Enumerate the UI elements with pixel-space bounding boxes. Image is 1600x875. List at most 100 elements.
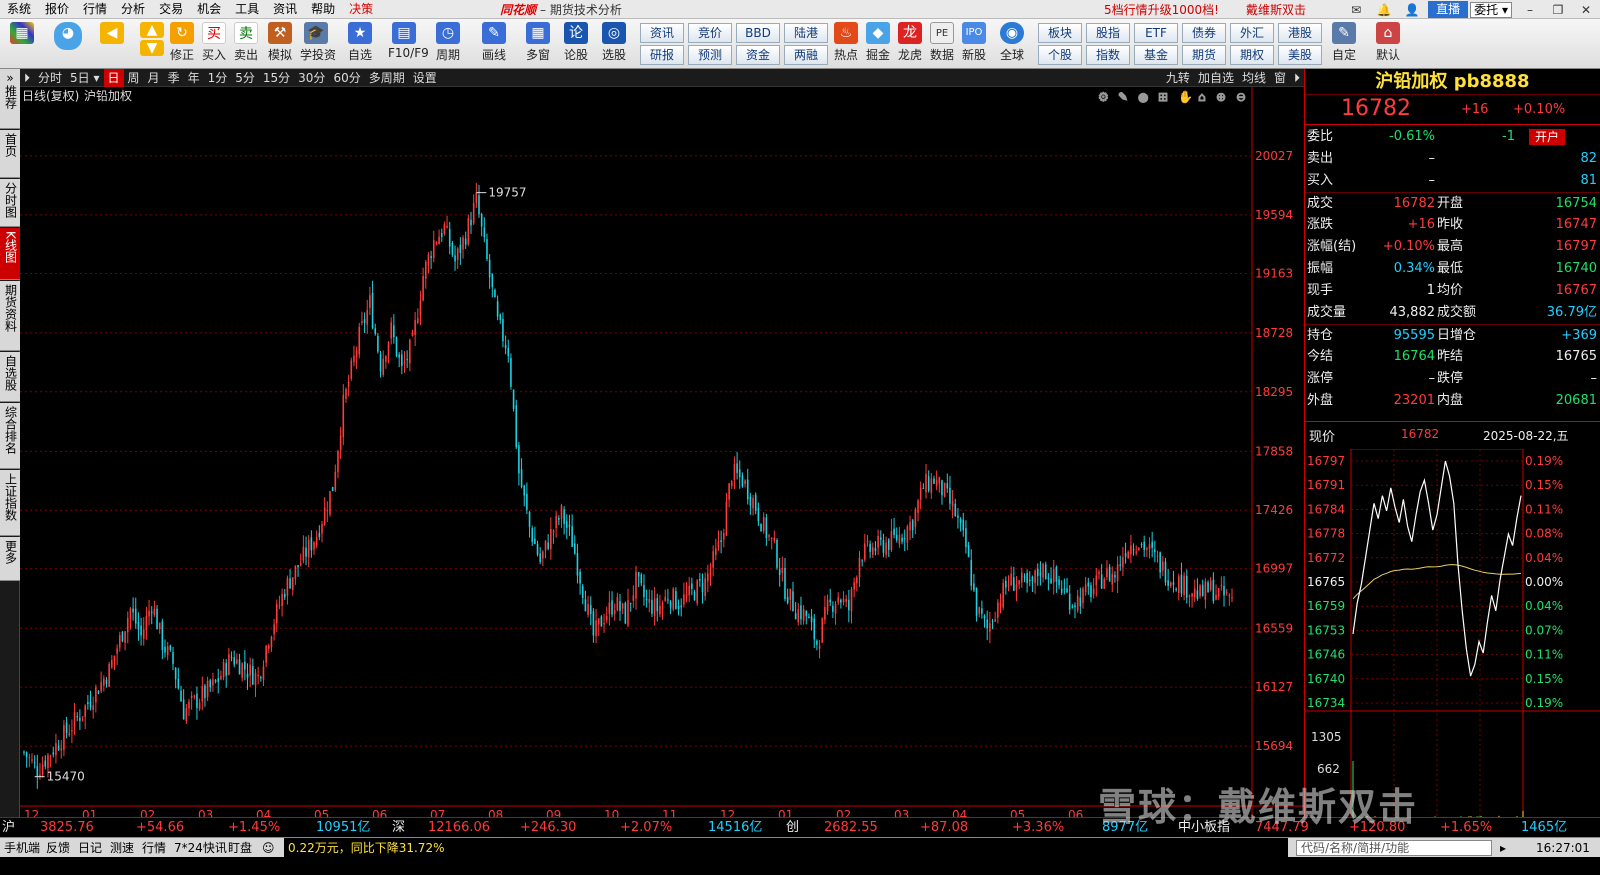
status-watch[interactable]: 盯盘 (228, 838, 252, 858)
tab-stock[interactable]: 个股 (1038, 45, 1082, 65)
tab-forecast[interactable]: 预测 (688, 45, 732, 65)
user-icon[interactable]: 👤 (1398, 3, 1426, 17)
vtab-ranking[interactable]: 综合排名 (0, 403, 20, 469)
ipo-button[interactable]: IPO 新股 (958, 22, 990, 63)
custom-button[interactable]: ✎ 自定 (1328, 22, 1360, 63)
tab-us-stock[interactable]: 美股 (1278, 45, 1322, 65)
home-button[interactable]: ▦ (6, 22, 38, 46)
tab-forex[interactable]: 外汇 (1230, 23, 1274, 43)
period-day[interactable]: 日 (103, 68, 124, 87)
tab-bond[interactable]: 债券 (1182, 23, 1226, 43)
back-button[interactable]: ◀ (96, 22, 128, 46)
period-quarter[interactable]: 季 (164, 69, 184, 87)
menu-tools[interactable]: 工具 (228, 0, 266, 19)
vtab-recommend[interactable]: » 推荐 (0, 69, 20, 129)
period-settings[interactable]: 设置 (409, 69, 441, 87)
tab-index[interactable]: 指数 (1086, 45, 1130, 65)
tab-futures[interactable]: 期货 (1182, 45, 1226, 65)
sh-label[interactable]: 沪 (2, 818, 15, 838)
tab-capital[interactable]: 资金 (736, 45, 780, 65)
tab-sector[interactable]: 板块 (1038, 23, 1082, 43)
tab-connect[interactable]: 陆港 (784, 23, 828, 43)
brush-icon[interactable]: ✎ (1118, 90, 1129, 105)
period-multi[interactable]: 多周期 (365, 69, 409, 87)
collapse-icon[interactable]: ⏵ (1290, 69, 1304, 87)
status-speedtest[interactable]: 测速 (110, 838, 134, 858)
promo-link[interactable]: 5档行情升级1000档! (1104, 1, 1219, 18)
period-week[interactable]: 周 (124, 69, 144, 87)
fix-button[interactable]: ↻ 修正 (166, 22, 198, 63)
up-down-button[interactable]: ▲ ▼ (136, 22, 168, 58)
trash-icon[interactable]: ⌂ (1198, 90, 1207, 105)
status-mobile[interactable]: 手机端 (4, 838, 40, 858)
stock-pick-button[interactable]: ◎ 选股 (598, 22, 630, 63)
vtab-more[interactable]: 更多 (0, 537, 20, 581)
status-feedback[interactable]: 反馈 (46, 838, 70, 858)
open-account-button[interactable]: 开户 (1529, 129, 1566, 145)
menu-trade[interactable]: 交易 (152, 0, 190, 19)
menu-market[interactable]: 行情 (76, 0, 114, 19)
watchlist-button[interactable]: ★ 自选 (344, 22, 376, 63)
gear-icon[interactable]: ⚙ (1098, 90, 1110, 105)
search-input[interactable]: 代码/名称/简拼/功能 (1296, 840, 1492, 856)
period-5day[interactable]: 5日 ▾ (66, 69, 103, 87)
menu-system[interactable]: 系统 (0, 0, 38, 19)
period-5min[interactable]: 5分 (231, 69, 259, 87)
period-timeshare[interactable]: 分时 (34, 69, 66, 87)
period-year[interactable]: 年 (184, 69, 204, 87)
tab-research[interactable]: 研报 (640, 45, 684, 65)
vtab-watchlist[interactable]: 自选股 (0, 352, 20, 402)
period-30min[interactable]: 30分 (294, 69, 329, 87)
dig-button[interactable]: ◆ 掘金 (862, 22, 894, 63)
kline-chart[interactable]: 日线(复权) 沪铅加权 ⚙ ✎ ◉ ⊞ ✋ ⌂ ⊕ ⊖ 20027 19594 19… (20, 87, 1304, 817)
tab-index-futures[interactable]: 股指 (1086, 23, 1130, 43)
close-icon[interactable]: ✕ (1572, 3, 1600, 17)
forum-button[interactable]: 论论股 (560, 22, 592, 63)
vtab-sh-index[interactable]: 上证指数 (0, 470, 20, 536)
menu-quote[interactable]: 报价 (38, 0, 76, 19)
menu-decision[interactable]: 决策 (342, 0, 380, 19)
zoom-in-icon[interactable]: ⊕ (1216, 90, 1227, 105)
chat-icon[interactable]: ☺ (262, 838, 275, 858)
hand-icon[interactable]: ✋ (1178, 90, 1194, 105)
promo-link-2[interactable]: 戴维斯双击 (1246, 1, 1306, 18)
tab-bidding[interactable]: 竞价 (688, 23, 732, 43)
order-combo[interactable]: 委托 ▾ (1470, 1, 1512, 18)
multi-window-button[interactable]: ▦ 多窗 (522, 22, 554, 63)
tab-hk-stock[interactable]: 港股 (1278, 23, 1322, 43)
eye-icon[interactable]: ◉ (1138, 90, 1149, 105)
menu-opportunity[interactable]: 机会 (190, 0, 228, 19)
vtab-home[interactable]: 首页 (0, 130, 20, 178)
menu-help[interactable]: 帮助 (304, 0, 342, 19)
live-button[interactable]: 直播 (1428, 1, 1469, 18)
cy-label[interactable]: 创 (786, 818, 799, 838)
news-ticker[interactable]: 0.22万元，同比下降31.72% (284, 838, 1288, 858)
robot-button[interactable]: ◕ (52, 22, 84, 52)
simulate-button[interactable]: ⚒ 模拟 (264, 22, 296, 63)
tab-fund[interactable]: 基金 (1134, 45, 1178, 65)
bell-icon[interactable]: 🔔 (1370, 3, 1398, 17)
learn-button[interactable]: 🎓 学投资 (300, 22, 336, 63)
play-icon[interactable]: ⏵ (20, 69, 34, 87)
tab-options[interactable]: 期权 (1230, 45, 1274, 65)
lock-icon[interactable]: ⊞ (1158, 90, 1169, 105)
status-flash[interactable]: 7*24快讯 (174, 838, 227, 858)
hot-button[interactable]: ♨ 热点 (830, 22, 862, 63)
draw-line-button[interactable]: ✎ 画线 (478, 22, 510, 63)
tab-etf[interactable]: ETF (1134, 23, 1178, 43)
arrow-icon[interactable]: ▸ (1500, 838, 1506, 858)
sell-button[interactable]: 卖卖出 (230, 22, 262, 63)
period-1min[interactable]: 1分 (204, 69, 232, 87)
add-watch-button[interactable]: 加自选 (1194, 69, 1238, 87)
nine-turn-button[interactable]: 九转 (1162, 69, 1194, 87)
status-market[interactable]: 行情 (142, 838, 166, 858)
vtab-futures-info[interactable]: 期货资料 (0, 281, 20, 351)
buy-button[interactable]: 买买入 (198, 22, 230, 63)
tab-news[interactable]: 资讯 (640, 23, 684, 43)
period-button[interactable]: ◷ 周期 (432, 22, 464, 63)
f10-button[interactable]: ▤ F10/F9 (388, 22, 429, 60)
global-button[interactable]: ◉ 全球 (996, 22, 1028, 63)
dragon-button[interactable]: 龙龙虎 (894, 22, 926, 63)
restore-icon[interactable]: ❐ (1544, 3, 1572, 17)
menu-news[interactable]: 资讯 (266, 0, 304, 19)
